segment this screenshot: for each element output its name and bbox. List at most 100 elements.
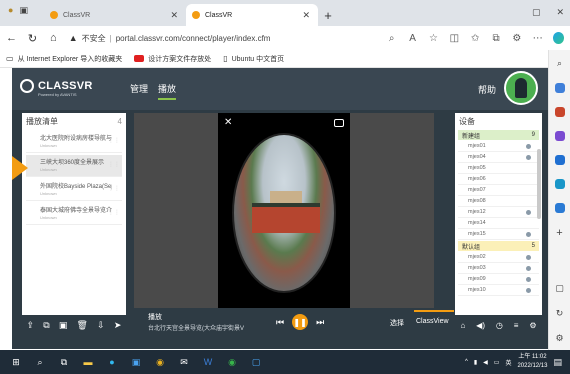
ime-icon[interactable]: 英 [505,358,511,367]
tab-classvr-2[interactable]: ClassVR ✕ [186,4,318,26]
play-icon[interactable]: ➤ [114,320,122,331]
device-row[interactable]: mjes04 [458,152,539,163]
outlook-icon[interactable] [554,179,565,189]
device-group-default[interactable]: 默认组 5 [458,241,539,251]
windows-start-icon[interactable]: ⊞ [8,354,24,370]
classview-button[interactable]: ClassView [416,318,449,325]
chrome-app-icon[interactable]: ◉ [224,354,240,370]
devices-scrollbar[interactable] [537,149,541,219]
settings-icon[interactable]: ⚙ [555,333,563,344]
close-tab-icon[interactable]: ✕ [302,10,310,21]
task-view-icon[interactable]: ⧉ [56,354,72,370]
pause-button[interactable]: ❚❚ [292,314,309,330]
store-icon[interactable]: ▣ [128,354,144,370]
tab-actions-icon[interactable]: ▣ [19,5,28,16]
previous-icon[interactable]: ⏮ [276,317,284,328]
delete-icon[interactable]: 🗑 [77,320,88,331]
office-icon[interactable] [554,155,565,165]
tab-classvr-1[interactable]: ClassVR ✕ [44,4,186,26]
panorama-image[interactable] [232,133,336,293]
favorite-star-icon[interactable]: ☆ [428,33,439,44]
save-icon[interactable]: ▣ [59,320,68,331]
notification-icon[interactable]: ▤ [553,357,562,368]
select-button[interactable]: 选择 [390,318,404,328]
mail-icon[interactable]: ✉ [176,354,192,370]
camera-icon[interactable] [334,119,344,127]
device-row[interactable]: mjes08 [458,196,539,207]
search-icon[interactable]: ⌕ [557,58,562,69]
url-field[interactable]: ▲ 不安全 | portal.classvr.com/connect/playe… [69,29,377,47]
refresh-icon[interactable]: ↻ [27,32,38,45]
list-item[interactable]: 北大医院附设病房楼导航与介绍… Unknown ⋮⋮ [26,131,122,153]
list-item[interactable]: 三峡大坝360度全景展示 Unknown ⋮⋮ [12,155,122,180]
device-row[interactable]: mjes09 [458,274,539,285]
extensions-icon[interactable]: ⚙ [511,33,522,44]
drag-handle-icon[interactable]: ⋮⋮ [108,137,120,144]
download-icon[interactable]: ⇩ [97,320,105,331]
device-row[interactable]: mjes14 [458,218,539,229]
zoom-icon[interactable]: ⌕ [386,33,397,44]
device-row[interactable]: mjes07 [458,185,539,196]
file-explorer-icon[interactable]: ▬ [80,354,96,370]
tools-icon[interactable] [554,107,565,117]
avatar[interactable] [504,71,538,105]
device-group-new[interactable]: 新建组 9 [458,130,539,140]
device-row[interactable]: mjes05 [458,163,539,174]
back-icon[interactable]: ← [6,32,17,44]
favorites-icon[interactable]: ✩ [470,33,481,44]
help-link[interactable]: 帮助 [478,83,496,96]
device-row[interactable]: mjes12 [458,207,539,218]
add-icon[interactable]: + [556,227,562,239]
favorite-ubuntu[interactable]: ▯ Ubuntu 中文首页 [223,54,284,64]
window-icon[interactable]: ▢ [555,283,564,294]
collections-icon[interactable]: ⧉ [491,33,502,44]
more-icon[interactable]: ⋯ [532,33,543,44]
chevron-up-icon[interactable]: ^ [465,359,468,365]
device-row[interactable]: mjes01 [458,141,539,152]
close-viewer-icon[interactable]: ✕ [224,117,232,128]
edge-icon[interactable]: ● [104,354,120,370]
new-tab-button[interactable]: + [318,4,338,26]
share-icon[interactable]: ⧉ [43,320,49,331]
upload-icon[interactable]: ⇪ [27,320,35,331]
photos-icon[interactable]: ▢ [248,354,264,370]
device-row[interactable]: mjes15 [458,229,539,240]
chrome-icon[interactable]: ◉ [152,354,168,370]
search-icon[interactable]: ⌕ [32,354,48,370]
device-row[interactable]: mjes02 [458,252,539,263]
shopping-icon[interactable] [554,83,565,93]
volume-icon[interactable]: ◀) [476,321,485,330]
close-window-icon[interactable]: ✕ [556,7,564,18]
settings-icon[interactable]: ⚙ [529,321,536,330]
drag-handle-icon[interactable]: ⋮⋮ [108,185,120,192]
volume-icon[interactable]: ◀ [483,359,488,366]
word-icon[interactable]: W [200,354,216,370]
nav-play[interactable]: 播放 [158,82,177,100]
network-icon[interactable]: ▮ [474,359,477,366]
clock[interactable]: 上午 11:02 2022/12/13 [517,353,547,371]
refresh-icon[interactable]: ↻ [556,308,564,319]
nav-manage[interactable]: 管理 [130,82,148,100]
timer-icon[interactable]: ◷ [496,321,503,330]
battery-icon[interactable]: ▭ [494,359,500,366]
profile-icon[interactable]: ● [8,5,13,16]
device-row[interactable]: mjes06 [458,174,539,185]
drag-handle-icon[interactable]: ⋮⋮ [108,209,120,216]
filter-icon[interactable]: ≡ [514,321,519,330]
next-icon[interactable]: ⏭ [316,317,324,328]
favorite-design[interactable]: 设计方案文件存放处 [134,54,211,64]
split-screen-icon[interactable]: ◫ [449,33,460,44]
home-icon[interactable]: ⌂ [48,32,59,44]
games-icon[interactable] [554,131,565,141]
list-item[interactable]: 泰国大城府佛寺全景导览介绍… Unknown ⋮⋮ [26,203,122,225]
favorite-ie-import[interactable]: ▭ 从 Internet Explorer 导入的收藏夹 [6,54,122,64]
device-row[interactable]: mjes03 [458,263,539,274]
device-row[interactable]: mjes10 [458,285,539,296]
list-item[interactable]: 外国院校Bayside Plaza(Sepore… Unknown ⋮⋮ [26,179,122,201]
close-tab-icon[interactable]: ✕ [170,10,178,21]
designer-icon[interactable] [554,203,565,213]
home-icon[interactable]: ⌂ [460,321,465,330]
drag-handle-icon[interactable]: ⋮⋮ [108,161,120,168]
viewer-frame[interactable]: ✕ [218,113,350,308]
edge-logo-icon[interactable] [553,32,565,44]
